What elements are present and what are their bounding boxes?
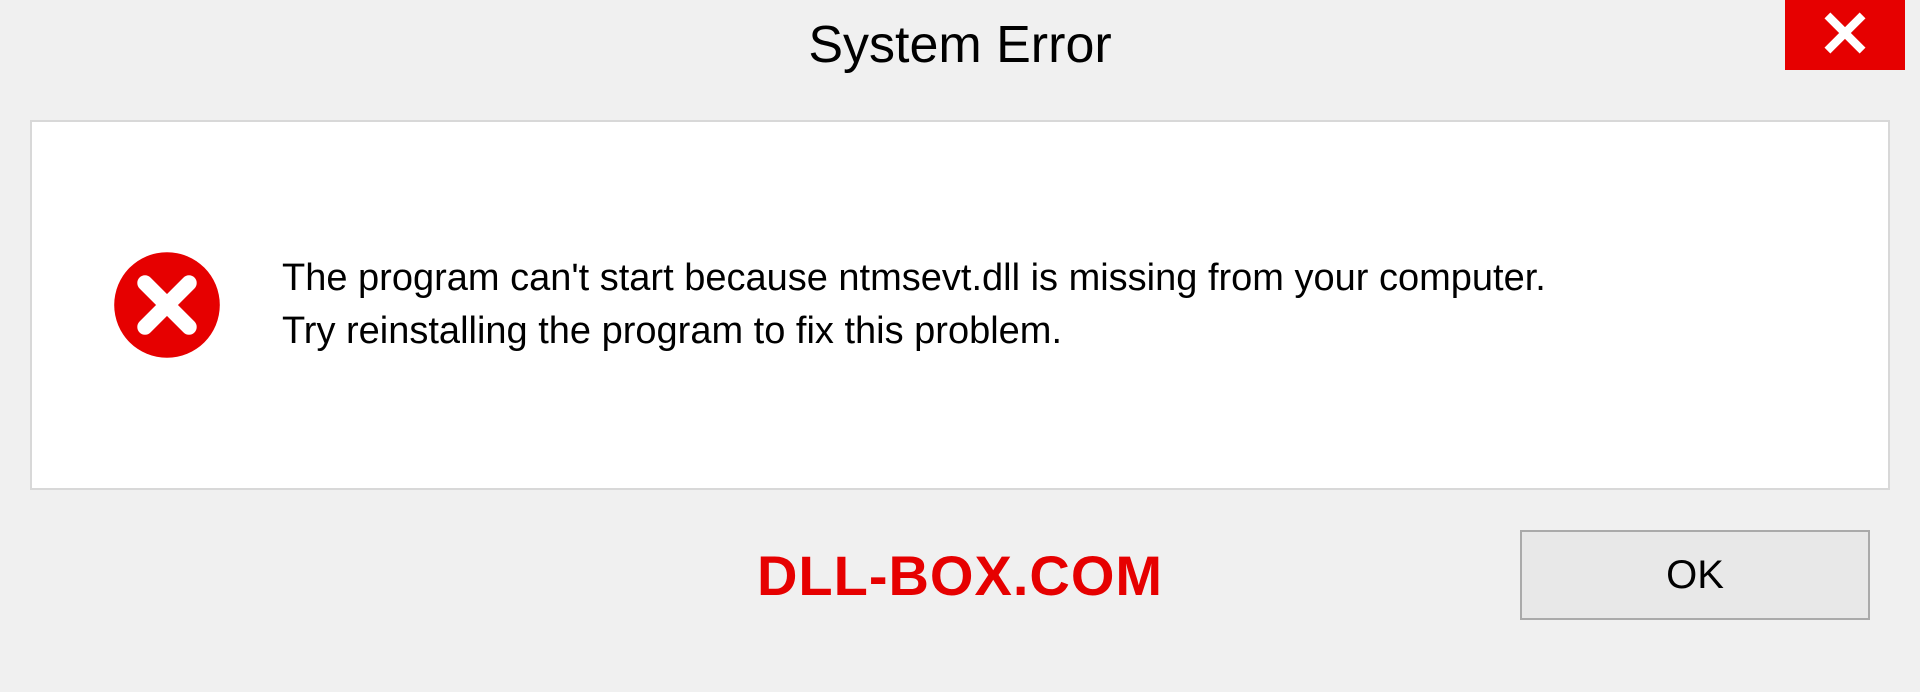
watermark-text: DLL-BOX.COM [757, 543, 1163, 608]
titlebar: System Error [0, 0, 1920, 90]
error-icon [112, 250, 222, 360]
close-button[interactable] [1785, 0, 1905, 70]
ok-button-label: OK [1666, 553, 1724, 598]
footer: DLL-BOX.COM OK [0, 490, 1920, 620]
content-area: The program can't start because ntmsevt.… [30, 120, 1890, 490]
ok-button[interactable]: OK [1520, 530, 1870, 620]
close-icon [1823, 11, 1867, 60]
window-title: System Error [808, 15, 1111, 75]
error-message: The program can't start because ntmsevt.… [282, 252, 1546, 358]
